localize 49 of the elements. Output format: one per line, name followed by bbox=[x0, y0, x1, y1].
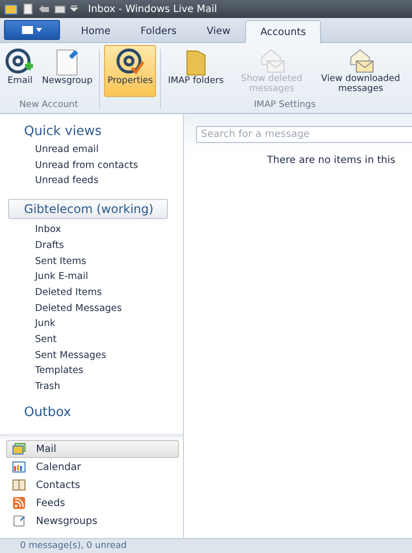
folder-item[interactable]: Junk E-mail bbox=[35, 269, 88, 285]
mail-app-icon bbox=[4, 3, 18, 15]
new-document-icon[interactable] bbox=[22, 3, 34, 15]
group-label: New Account bbox=[19, 100, 78, 112]
newsgroup-button[interactable]: Newsgroup bbox=[39, 45, 96, 97]
folder-item[interactable]: Deleted Messages bbox=[35, 300, 122, 316]
account-header[interactable]: Gibtelecom (working) bbox=[8, 199, 168, 220]
folder-item[interactable]: Sent Items bbox=[35, 254, 86, 270]
nav-item[interactable]: Calendar bbox=[6, 458, 179, 476]
ribbon-tab[interactable]: Folders bbox=[126, 20, 192, 42]
file-menu-button[interactable] bbox=[4, 20, 60, 40]
search-field[interactable]: Search for a message bbox=[196, 126, 412, 143]
email-button[interactable]: Email bbox=[2, 45, 38, 97]
book-icon bbox=[12, 479, 26, 491]
section-header[interactable]: Quick views bbox=[24, 124, 102, 139]
folder-item[interactable]: Inbox bbox=[35, 222, 61, 238]
nav-item[interactable]: Mail bbox=[6, 440, 179, 458]
folder-item[interactable]: Drafts bbox=[35, 238, 64, 254]
nav-item[interactable]: Feeds bbox=[6, 494, 179, 512]
status-text: 0 message(s), 0 unread bbox=[20, 541, 127, 551]
nav-item[interactable]: Newsgroups bbox=[6, 512, 179, 530]
downloaded-button[interactable]: View downloaded messages bbox=[316, 45, 405, 97]
folder-item[interactable]: Junk bbox=[35, 316, 56, 332]
quick-view-item[interactable]: Unread from contacts bbox=[35, 158, 138, 174]
quick-view-item[interactable]: Unread feeds bbox=[35, 173, 98, 190]
ribbon-tab[interactable]: Home bbox=[66, 20, 126, 42]
outbox-item[interactable]: Outbox bbox=[24, 404, 72, 420]
properties-button[interactable]: Properties bbox=[104, 45, 156, 97]
group-label: IMAP Settings bbox=[254, 100, 316, 112]
folder-item[interactable]: Templates bbox=[35, 363, 84, 380]
rss-icon bbox=[12, 497, 26, 509]
menu-icon bbox=[21, 25, 43, 35]
folder-item[interactable]: Deleted Items bbox=[35, 284, 102, 301]
nav-item[interactable]: Contacts bbox=[6, 476, 179, 494]
calendar-icon bbox=[12, 461, 26, 473]
reply-icon[interactable] bbox=[38, 3, 50, 15]
folder-item[interactable]: Sent bbox=[35, 332, 57, 348]
folder-button[interactable]: IMAP folders bbox=[164, 45, 227, 97]
folder-item[interactable]: Trash bbox=[35, 379, 60, 395]
quick-view-item[interactable]: Unread email bbox=[35, 142, 99, 158]
ribbon-tab[interactable]: View bbox=[192, 20, 246, 42]
send-receive-icon[interactable] bbox=[54, 3, 66, 15]
dropdown-icon[interactable] bbox=[70, 5, 78, 13]
mail-icon bbox=[12, 443, 26, 455]
folder-item[interactable]: Sent Messages bbox=[35, 348, 106, 364]
ribbon-tab[interactable]: Accounts bbox=[245, 20, 321, 43]
empty-message: There are no items in this bbox=[267, 155, 396, 166]
document-pin-icon bbox=[12, 515, 26, 527]
window-title: Inbox - Windows Live Mail bbox=[88, 4, 218, 14]
